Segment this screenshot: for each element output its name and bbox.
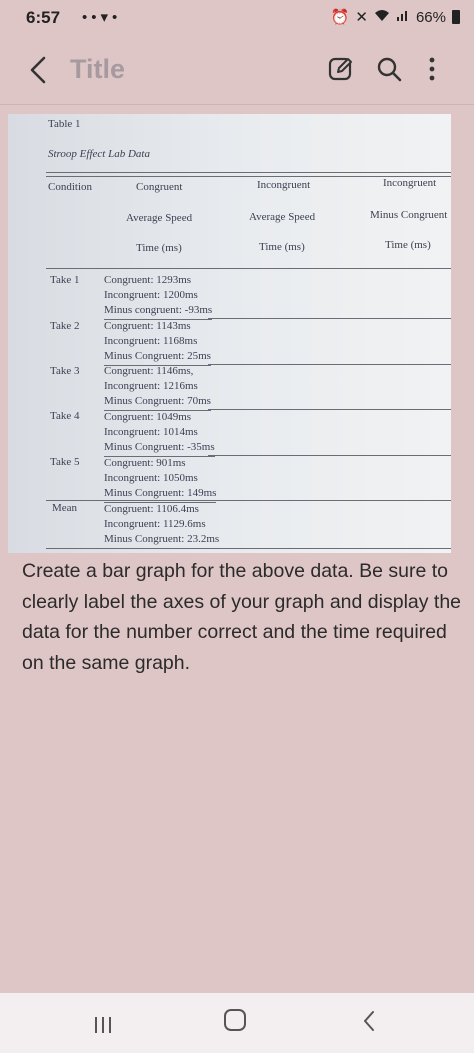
question-text[interactable]: Create a bar graph for the above data. B…	[22, 556, 462, 678]
search-button[interactable]	[374, 54, 404, 84]
table-rule	[208, 364, 451, 365]
divider	[0, 104, 474, 105]
table-rule	[208, 455, 451, 456]
wifi-icon	[374, 8, 390, 26]
table-rule	[208, 318, 451, 319]
header-avg-speed: Average Speed	[249, 211, 316, 223]
home-button[interactable]	[224, 1009, 246, 1031]
row-values: Congruent: 1293ms Incongruent: 1200ms Mi…	[104, 273, 213, 320]
header-time: Time (ms)	[136, 242, 182, 254]
alarm-icon: ⏰	[330, 9, 350, 26]
recents-button[interactable]	[92, 1015, 114, 1035]
mute-icon: ✕	[355, 9, 368, 26]
row-label: Take 3	[50, 365, 80, 377]
cell-line: Congruent: 1146ms,	[104, 365, 194, 377]
back-button[interactable]	[24, 52, 54, 88]
header-congruent: Congruent	[136, 181, 183, 193]
more-vertical-icon	[429, 57, 435, 81]
navigation-bar	[0, 993, 474, 1053]
page-title[interactable]: Title	[70, 54, 125, 85]
table-rule	[46, 172, 451, 173]
signal-icon	[396, 8, 410, 26]
table-rule	[46, 268, 451, 269]
status-right-icons: ⏰ ✕ 66%	[331, 8, 460, 26]
row-values: Congruent: 1106.4ms Incongruent: 1129.6m…	[104, 502, 219, 548]
cell-line: Incongruent: 1168ms	[104, 335, 198, 348]
row-values: Congruent: 901ms Incongruent: 1050ms Min…	[104, 456, 217, 503]
cell-line: Incongruent: 1014ms	[104, 426, 198, 439]
chevron-left-icon	[364, 1011, 374, 1031]
table-rule	[208, 409, 451, 410]
cell-line: Congruent: 1049ms	[104, 411, 192, 423]
cell-line: Incongruent: 1129.6ms	[104, 518, 206, 531]
battery-percent: 66%	[415, 8, 446, 26]
row-label: Take 1	[50, 274, 80, 286]
edit-icon	[328, 57, 352, 81]
edit-button[interactable]	[326, 54, 356, 84]
header-incongruent-minus: Incongruent	[383, 177, 437, 189]
row-label: Take 2	[50, 320, 80, 332]
cell-line: Minus Congruent: -35ms	[104, 440, 215, 457]
cell-line: Congruent: 1143ms	[104, 320, 191, 332]
row-values: Congruent: 1146ms, Incongruent: 1216ms M…	[104, 364, 211, 411]
cell-line: Incongruent: 1050ms	[104, 472, 198, 485]
battery-icon	[452, 10, 460, 24]
table-title: Stroop Effect Lab Data	[48, 148, 150, 160]
nav-back-button[interactable]	[360, 1009, 378, 1033]
cell-line: Minus Congruent: 70ms	[104, 394, 211, 411]
header-condition: Condition	[48, 181, 93, 193]
cell-line: Congruent: 1293ms	[104, 274, 192, 286]
chevron-left-icon	[30, 56, 46, 84]
row-values: Congruent: 1143ms Incongruent: 1168ms Mi…	[104, 319, 211, 366]
row-label: Mean	[52, 502, 78, 514]
header-time: Time (ms)	[385, 239, 431, 251]
row-label: Take 5	[50, 456, 80, 468]
table-label: Table 1	[48, 118, 81, 130]
cell-line: Congruent: 1106.4ms	[104, 503, 199, 515]
row-label: Take 4	[50, 410, 80, 422]
row-values: Congruent: 1049ms Incongruent: 1014ms Mi…	[104, 410, 215, 457]
header-incongruent: Incongruent	[257, 179, 311, 191]
app-bar: Title	[0, 40, 474, 104]
status-bar: 6:57 ••▾• ⏰ ✕ 66%	[0, 0, 474, 36]
status-time: 6:57	[26, 8, 61, 27]
table-rule	[46, 548, 451, 549]
header-avg-speed: Average Speed	[126, 212, 193, 224]
cell-line: Incongruent: 1200ms	[104, 289, 198, 302]
cell-line: Minus Congruent: 23.2ms	[104, 533, 220, 546]
cell-line: Incongruent: 1216ms	[104, 380, 198, 393]
recents-icon	[95, 1017, 111, 1033]
cell-line: Congruent: 901ms	[104, 457, 186, 469]
table-rule	[46, 500, 451, 501]
cell-line: Minus congruent: -93ms	[104, 303, 213, 320]
more-options-button[interactable]	[420, 54, 444, 84]
search-icon	[377, 57, 402, 82]
table-photo[interactable]: Table 1 Stroop Effect Lab Data Condition…	[8, 114, 451, 553]
header-minus-congruent: Minus Congruent	[370, 209, 448, 221]
notification-icons: ••▾•	[82, 9, 122, 26]
header-time: Time (ms)	[259, 241, 305, 253]
